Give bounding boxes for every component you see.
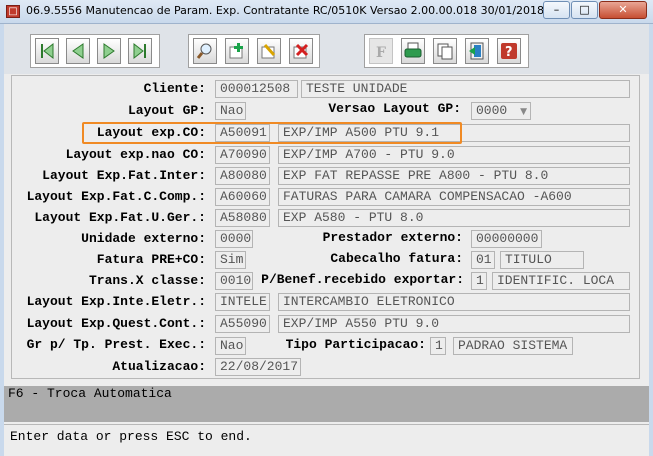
title-bar: □ 06.9.5556 Manutencao de Param. Exp. Co… <box>0 0 653 24</box>
layout-exp-fat-inter-label: Layout Exp.Fat.Inter: <box>42 168 206 183</box>
edit-icon <box>261 43 276 59</box>
app-icon: □ <box>6 5 20 18</box>
previous-record-button[interactable] <box>66 38 90 64</box>
fatura-pre-co-label: Fatura PRE+CO: <box>96 252 206 267</box>
cabecalho-fatura-label: Cabecalho fatura: <box>330 251 463 266</box>
versao-layout-gp-label: Versao Layout GP: <box>328 101 461 116</box>
layout-exp-fat-inter-description-field: EXP FAT REPASSE PRE A800 - PTU 8.0 <box>278 167 630 185</box>
gr-tp-prest-exec-label: Gr p/ Tp. Prest. Exec.: <box>26 337 206 352</box>
chevron-down-icon: ▼ <box>520 107 527 117</box>
utility-group: F ? <box>364 34 529 68</box>
layout-exp-inte-eletr-label: Layout Exp.Inte.Eletr.: <box>26 294 206 309</box>
layout-exp-fat-c-comp-code-field[interactable]: A60060 <box>215 188 270 206</box>
p-benef-recebido-exportar-code-field[interactable]: 1 <box>471 272 487 290</box>
tipo-participacao-code-field[interactable]: 1 <box>430 337 446 355</box>
exit-icon <box>469 42 484 60</box>
navigation-group <box>30 34 160 68</box>
next-record-icon <box>103 43 115 59</box>
print-button[interactable] <box>401 38 425 64</box>
last-record-icon <box>133 42 146 60</box>
exit-button[interactable] <box>465 38 489 64</box>
cabecalho-fatura-code-field[interactable]: 01 <box>471 251 495 269</box>
maximize-button[interactable]: □ <box>571 1 598 19</box>
add-icon <box>229 43 243 59</box>
status-bar: Enter data or press ESC to end. <box>4 424 649 452</box>
help-button[interactable]: ? <box>497 38 521 64</box>
tipo-participacao-description-field: PADRAO SISTEMA <box>453 337 573 355</box>
add-button[interactable] <box>225 38 249 64</box>
first-record-icon <box>41 42 54 60</box>
atualizacao-label: Atualizacao: <box>112 359 206 374</box>
delete-icon <box>293 43 309 59</box>
cliente-description-field: TESTE UNIDADE <box>301 80 630 98</box>
search-icon <box>196 43 212 59</box>
copy-button[interactable] <box>433 38 457 64</box>
gr-tp-prest-exec-field[interactable]: Nao <box>215 337 246 355</box>
help-text: F6 - Troca Automatica <box>8 386 172 401</box>
versao-layout-gp-value: 0000 <box>476 103 508 118</box>
layout-gp-label: Layout GP: <box>127 103 206 118</box>
layout-exp-fat-u-ger-label: Layout Exp.Fat.U.Ger.: <box>34 210 206 225</box>
layout-exp-quest-cont-label: Layout Exp.Quest.Cont.: <box>26 316 206 331</box>
layout-exp-fat-u-ger-code-field[interactable]: A58080 <box>215 209 270 227</box>
layout-exp-co-description-field: EXP/IMP A500 PTU 9.1 <box>278 124 630 142</box>
cabecalho-fatura-description-field: TITULO <box>500 251 584 269</box>
p-benef-recebido-exportar-description-field: IDENTIFIC. LOCA <box>492 272 630 290</box>
layout-exp-nao-co-code-field[interactable]: A70090 <box>215 146 270 164</box>
layout-exp-fat-c-comp-label: Layout Exp.Fat.C.Comp.: <box>26 189 206 204</box>
layout-exp-nao-co-description-field: EXP/IMP A700 - PTU 9.0 <box>278 146 630 164</box>
prestador-externo-label: Prestador externo: <box>322 230 463 245</box>
next-record-button[interactable] <box>97 38 121 64</box>
status-text: Enter data or press ESC to end. <box>10 429 252 444</box>
layout-exp-nao-co-label: Layout exp.nao CO: <box>65 147 206 162</box>
first-record-button[interactable] <box>35 38 59 64</box>
last-record-button[interactable] <box>128 38 152 64</box>
layout-exp-fat-u-ger-description-field: EXP A580 - PTU 8.0 <box>278 209 630 227</box>
cliente-code-field[interactable]: 000012508 <box>215 80 298 98</box>
fatura-pre-co-field[interactable]: Sim <box>215 251 246 269</box>
layout-exp-inte-eletr-description-field: INTERCAMBIO ELETRONICO <box>278 293 630 311</box>
prestador-externo-field[interactable]: 00000000 <box>471 230 542 248</box>
minimize-button[interactable]: – <box>543 1 570 19</box>
trans-x-classe-label: Trans.X classe: <box>88 273 206 288</box>
p-benef-recebido-exportar-label: P/Benef.recebido exportar: <box>261 272 464 287</box>
print-icon <box>404 42 422 58</box>
tipo-participacao-label: Tipo Participacao: <box>285 337 426 352</box>
svg-text:F: F <box>376 45 386 60</box>
trans-x-classe-field[interactable]: 0010 <box>215 272 253 290</box>
record-actions-group <box>188 34 320 68</box>
search-button[interactable] <box>193 38 217 64</box>
layout-exp-inte-eletr-code-field[interactable]: INTELE <box>215 293 270 311</box>
layout-exp-fat-c-comp-description-field: FATURAS PARA CAMARA COMPENSACAO -A600 <box>278 188 630 206</box>
layout-exp-quest-cont-description-field: EXP/IMP A550 PTU 9.0 <box>278 315 630 333</box>
layout-exp-quest-cont-code-field[interactable]: A55090 <box>215 315 270 333</box>
svg-text:?: ? <box>505 45 513 60</box>
unidade-externo-label: Unidade externo: <box>81 231 206 246</box>
window-title: 06.9.5556 Manutencao de Param. Exp. Cont… <box>26 4 552 17</box>
atualizacao-field: 22/08/2017 <box>215 358 301 376</box>
unidade-externo-field[interactable]: 0000 <box>215 230 253 248</box>
copy-icon <box>437 43 453 60</box>
layout-exp-co-code-field[interactable]: A50091 <box>215 124 270 142</box>
close-button[interactable]: ✕ <box>599 1 647 19</box>
form-panel <box>11 75 640 379</box>
help-bar: F6 - Troca Automatica <box>4 386 649 422</box>
layout-exp-fat-inter-code-field[interactable]: A80080 <box>215 167 270 185</box>
layout-gp-field[interactable]: Nao <box>215 102 246 120</box>
versao-layout-gp-select[interactable]: 0000 ▼ <box>471 102 531 120</box>
edit-button[interactable] <box>257 38 281 64</box>
delete-button[interactable] <box>289 38 313 64</box>
previous-record-icon <box>72 43 84 59</box>
help-icon: ? <box>501 43 517 60</box>
layout-exp-co-label: Layout exp.CO: <box>96 125 206 140</box>
toolbar: F ? <box>4 24 649 74</box>
filter-icon: F <box>376 45 386 60</box>
filter-button[interactable]: F <box>369 38 393 64</box>
cliente-label: Cliente: <box>143 81 206 96</box>
